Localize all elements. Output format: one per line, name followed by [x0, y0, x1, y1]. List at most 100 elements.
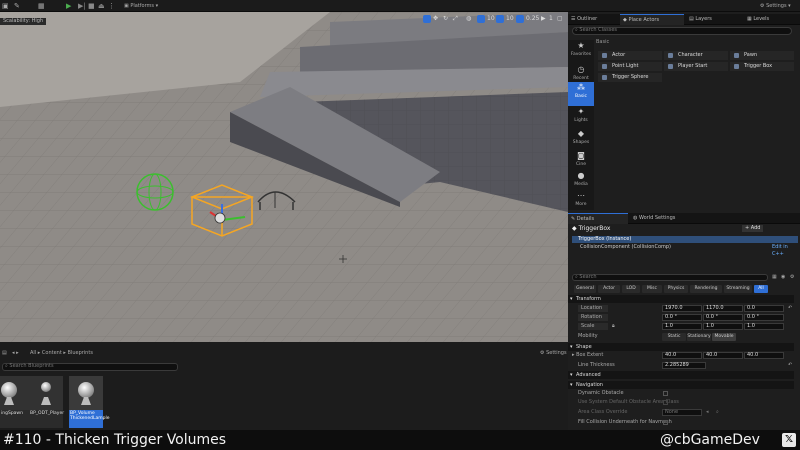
- breadcrumb-all[interactable]: All: [30, 350, 36, 356]
- content-icon[interactable]: ▦: [38, 2, 45, 10]
- component-instance-row[interactable]: TriggerBox (Instance): [572, 236, 798, 243]
- tab-layers[interactable]: ▤ Layers: [686, 14, 742, 25]
- platforms-menu[interactable]: ▣ Platforms ▾: [124, 2, 158, 10]
- eye-icon[interactable]: ◉: [781, 274, 785, 281]
- search-asset-icon[interactable]: ⌕: [716, 409, 719, 416]
- line-thickness-field[interactable]: 2.285289: [662, 362, 706, 369]
- tab-world-settings[interactable]: ◍ World Settings: [630, 213, 700, 224]
- world-icon[interactable]: ◍: [466, 14, 471, 24]
- reset-thickness-icon[interactable]: ↶: [788, 362, 792, 369]
- rotation-y-field[interactable]: 0.0 °: [703, 314, 743, 321]
- mobility-static[interactable]: Static: [662, 333, 686, 341]
- tab-details[interactable]: ✎ Details: [568, 213, 628, 224]
- location-z-field[interactable]: 0.0: [744, 305, 784, 312]
- grid-snap-value[interactable]: 10: [487, 14, 495, 24]
- filter-tab-general[interactable]: General: [574, 285, 596, 293]
- actor-item[interactable]: Character: [664, 51, 728, 60]
- mode-icon[interactable]: ✎: [14, 2, 20, 10]
- lock-icon[interactable]: 🔒︎: [612, 323, 615, 330]
- section-transform[interactable]: Transform: [568, 295, 794, 303]
- tab-outliner[interactable]: ☰ Outliner: [568, 14, 618, 25]
- section-shape[interactable]: Shape: [568, 343, 794, 351]
- place-actors-search-input[interactable]: ⌕ Search Classes: [572, 27, 792, 35]
- actor-item[interactable]: Player Start: [664, 62, 728, 71]
- category-shapes[interactable]: ◆ Shapes: [568, 128, 594, 152]
- cb-settings-button[interactable]: ⚙ Settings: [540, 350, 567, 357]
- category-favorites[interactable]: ★ Favorites: [568, 40, 594, 64]
- filter-tab-physics[interactable]: Physics: [664, 285, 688, 293]
- location-y-field[interactable]: 1170.0: [703, 305, 743, 312]
- cb-history-icon[interactable]: ◂ ▸: [12, 350, 19, 357]
- tab-place-actors[interactable]: ◆ Place Actors: [620, 14, 684, 25]
- filter-tab-all[interactable]: All: [754, 285, 768, 293]
- use-system-default-checkbox[interactable]: [663, 400, 668, 405]
- angle-snap-value[interactable]: 10: [506, 14, 514, 24]
- browse-icon[interactable]: ◂: [706, 409, 709, 416]
- actor-item[interactable]: Trigger Sphere: [598, 73, 662, 82]
- maximize-icon[interactable]: ▢: [557, 14, 563, 24]
- angle-snap-icon[interactable]: [496, 15, 504, 23]
- select-icon[interactable]: [423, 15, 431, 23]
- rotation-x-field[interactable]: 0.0 °: [662, 314, 702, 321]
- scale-y-field[interactable]: 1.0: [703, 323, 743, 330]
- save-icon[interactable]: ▣: [2, 2, 9, 10]
- translate-icon[interactable]: ✥: [433, 14, 438, 24]
- category-basic[interactable]: ⁂ Basic: [568, 82, 594, 106]
- scale-snap-value[interactable]: 0.25: [526, 14, 539, 24]
- breadcrumb-content[interactable]: Content: [42, 350, 62, 356]
- filter-tab-lod[interactable]: LOD: [622, 285, 640, 293]
- reset-location-icon[interactable]: ↶: [788, 305, 792, 312]
- scale-x-field[interactable]: 1.0: [662, 323, 702, 330]
- actor-item[interactable]: Trigger Box: [730, 62, 794, 71]
- box-extent-x-field[interactable]: 40.0: [662, 352, 702, 359]
- breadcrumb-blueprints[interactable]: Blueprints: [68, 350, 93, 356]
- mobility-stationary[interactable]: Stationary: [687, 333, 711, 341]
- actor-item[interactable]: Actor: [598, 51, 662, 60]
- box-extent-z-field[interactable]: 40.0: [744, 352, 784, 359]
- play-button-icon[interactable]: ▶: [66, 2, 71, 10]
- tab-levels[interactable]: ▦ Levels: [744, 14, 800, 25]
- dynamic-obstacle-checkbox[interactable]: [663, 391, 668, 396]
- component-row[interactable]: CollisionComponent (CollisionComp): [580, 244, 671, 251]
- filter-tab-actor[interactable]: Actor: [598, 285, 620, 293]
- actor-item[interactable]: Pawn: [730, 51, 794, 60]
- add-component-button[interactable]: + Add: [742, 225, 764, 232]
- more-icon[interactable]: ⋮: [108, 2, 115, 10]
- actor-item[interactable]: Point Light: [598, 62, 662, 71]
- filter-tab-streaming[interactable]: Streaming: [724, 285, 752, 293]
- filter-tab-misc[interactable]: Misc: [642, 285, 662, 293]
- filter-tab-rendering[interactable]: Rendering: [690, 285, 722, 293]
- location-x-field[interactable]: 1970.0: [662, 305, 702, 312]
- level-viewport[interactable]: [0, 12, 568, 342]
- asset-tile-selected[interactable]: BP_Volume ThickenedLample: [69, 376, 110, 428]
- cb-collapse-icon[interactable]: ▤: [2, 350, 7, 357]
- step-icon[interactable]: ▶|: [78, 2, 86, 10]
- scale-dropdown[interactable]: Scale: [578, 323, 608, 330]
- camera-speed-value[interactable]: 1: [549, 14, 553, 24]
- grid-snap-icon[interactable]: [477, 15, 485, 23]
- edit-in-cpp-link[interactable]: Edit in C++: [772, 244, 800, 258]
- rotate-icon[interactable]: ↻: [443, 14, 448, 24]
- settings-gear-icon[interactable]: ⚙: [790, 274, 794, 281]
- filter-icon[interactable]: ▦: [772, 274, 777, 281]
- fill-collision-checkbox[interactable]: [663, 420, 668, 425]
- cb-search-input[interactable]: ⌕ Search Blueprints: [2, 363, 178, 371]
- category-lights[interactable]: ✦ Lights: [568, 106, 594, 130]
- scale-z-field[interactable]: 1.0: [744, 323, 784, 330]
- rotation-dropdown[interactable]: Rotation: [578, 314, 608, 321]
- location-dropdown[interactable]: Location: [578, 305, 608, 312]
- camera-speed-icon[interactable]: ▶: [541, 14, 546, 24]
- category-more[interactable]: ⋯ More: [568, 190, 594, 214]
- details-search-input[interactable]: ⌕ Search: [572, 274, 768, 281]
- scale-icon[interactable]: ⤢: [453, 14, 458, 24]
- section-navigation[interactable]: Navigation: [568, 381, 794, 389]
- settings-menu[interactable]: ⚙ Settings ▾: [760, 2, 791, 10]
- box-extent-y-field[interactable]: 40.0: [703, 352, 743, 359]
- scale-snap-icon[interactable]: [516, 15, 524, 23]
- mobility-movable[interactable]: Movable: [712, 333, 736, 341]
- eject-icon[interactable]: ⏏: [98, 2, 105, 10]
- asset-tile[interactable]: BP_ODT_Player: [29, 376, 64, 428]
- rotation-z-field[interactable]: 0.0 °: [744, 314, 784, 321]
- section-advanced[interactable]: Advanced: [568, 371, 794, 379]
- area-class-dropdown[interactable]: None: [662, 409, 702, 416]
